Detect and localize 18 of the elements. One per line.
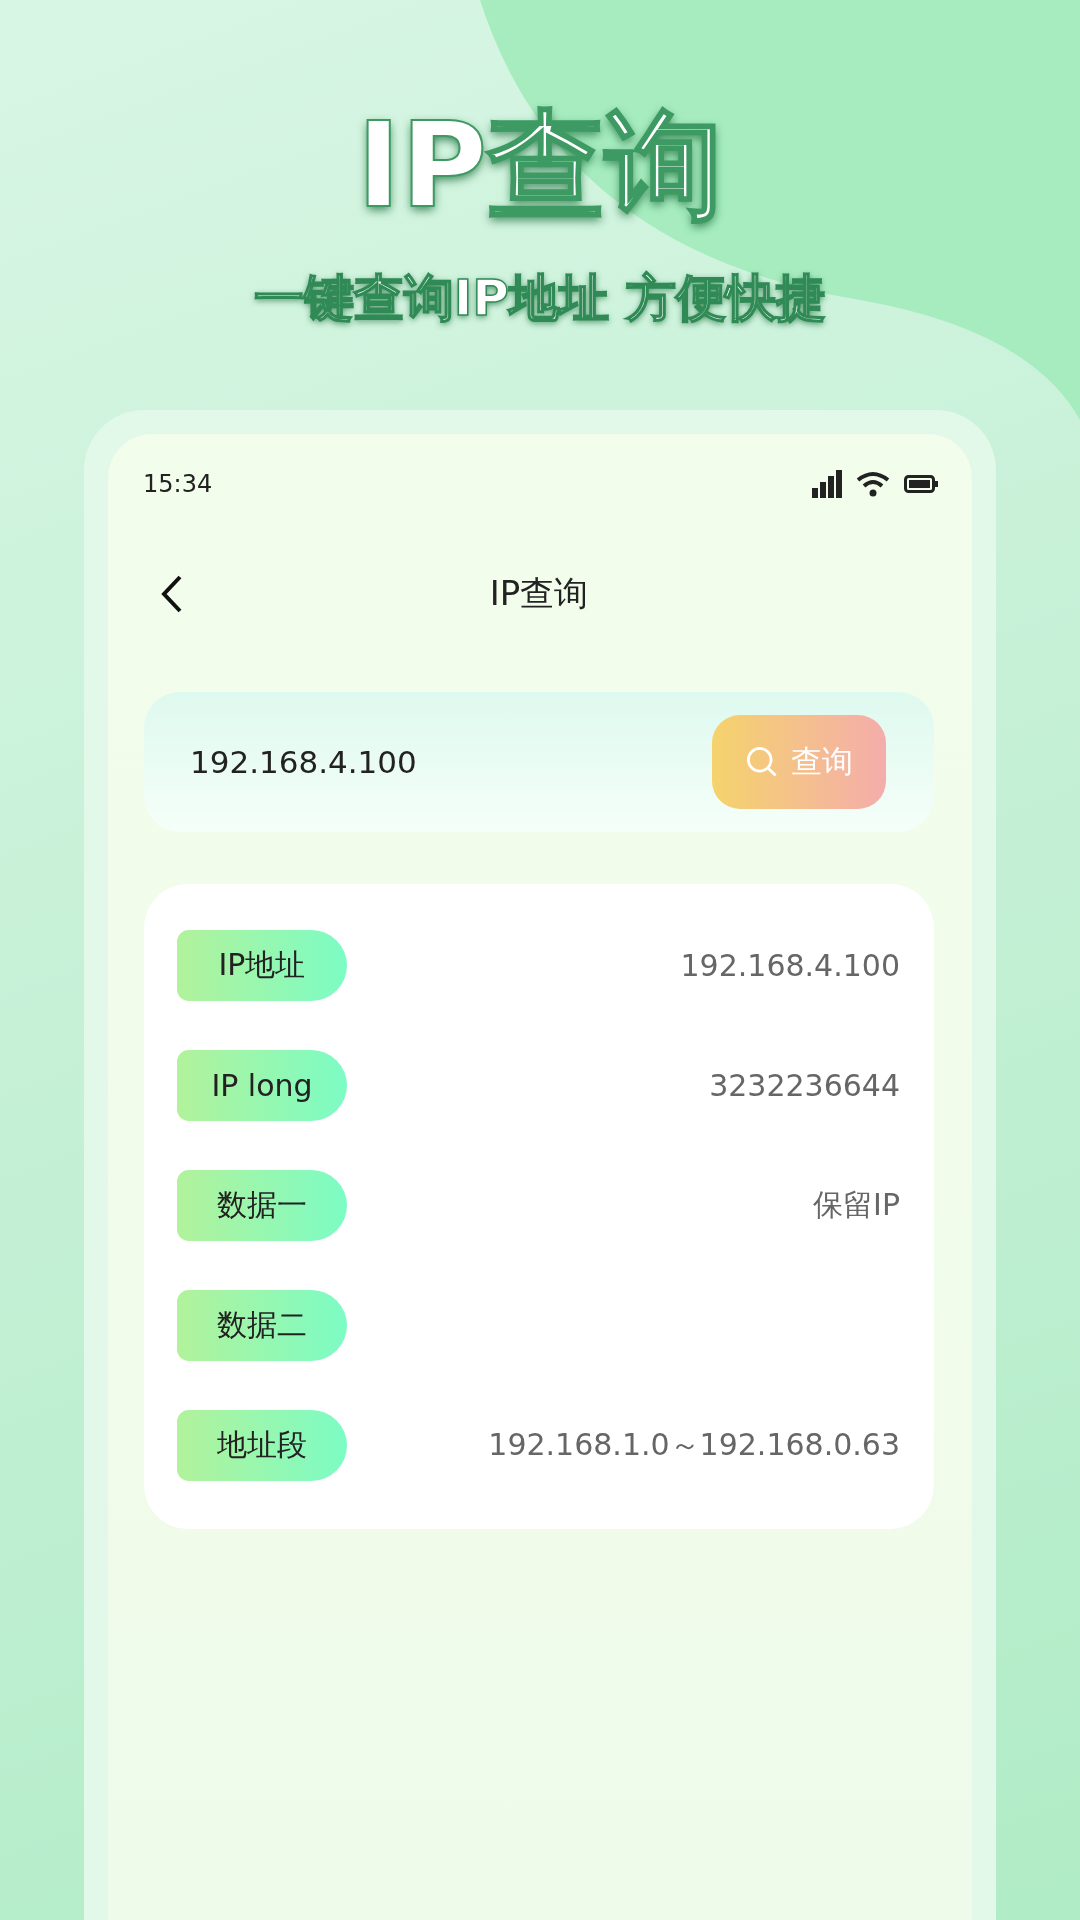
field-label: IP long [177, 1050, 347, 1121]
field-value: 192.168.4.100 [680, 948, 900, 983]
ip-input-field[interactable]: 192.168.4.100 [190, 744, 610, 780]
page-title: IP查询 [489, 572, 589, 615]
field-label: 数据二 [177, 1290, 347, 1361]
battery-icon [904, 475, 938, 493]
status-time: 15:34 [143, 470, 213, 498]
field-label: IP地址 [177, 930, 347, 1001]
field-label: 地址段 [177, 1410, 347, 1481]
subtitle: 一键查询IP地址 方便快捷 [253, 268, 827, 329]
search-icon [745, 745, 779, 779]
field-label: 数据一 [177, 1170, 347, 1241]
field-value: 3232236644 [709, 1068, 900, 1103]
field-value: 保留IP [813, 1186, 900, 1224]
field-value: 192.168.1.0～192.168.0.63 [488, 1426, 900, 1464]
headline: IP查询 [356, 100, 724, 230]
wifi-icon [856, 471, 890, 497]
signal-icon [812, 470, 842, 498]
